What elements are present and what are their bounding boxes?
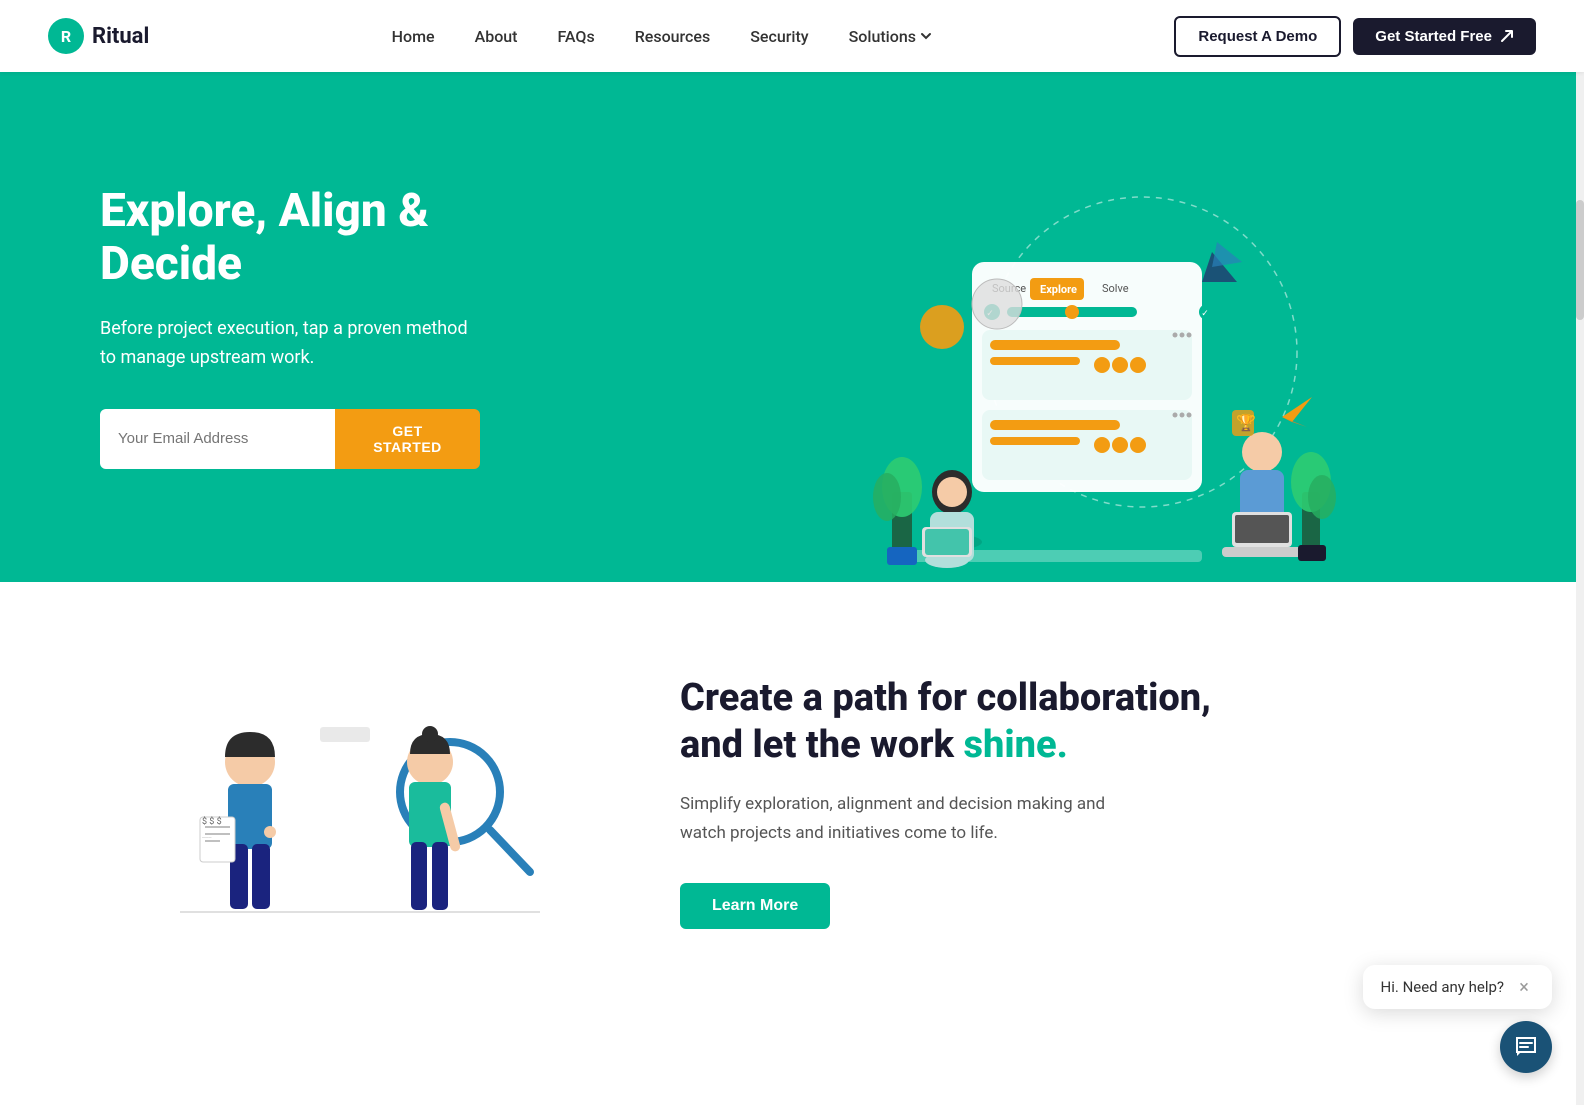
scrollbar-track [1576, 0, 1584, 1105]
hero-subtitle: Before project execution, tap a proven m… [100, 315, 480, 373]
external-link-icon [1500, 29, 1514, 43]
nav-item-home[interactable]: Home [392, 27, 435, 46]
chat-open-button[interactable] [1500, 1021, 1552, 1073]
nav-item-solutions[interactable]: Solutions [849, 27, 932, 46]
hero-section: Explore, Align & Decide Before project e… [0, 72, 1584, 582]
logo[interactable]: R Ritual [48, 18, 149, 54]
request-demo-button[interactable]: Request A Demo [1174, 16, 1341, 57]
svg-text:___: ___ [202, 831, 212, 839]
hero-cta-button[interactable]: GET STARTED [335, 409, 480, 469]
collaboration-title-shine: shine. [964, 723, 1068, 767]
svg-text:Explore: Explore [1040, 283, 1077, 296]
svg-text:Solve: Solve [1102, 282, 1129, 295]
hero-content: Explore, Align & Decide Before project e… [0, 72, 540, 582]
collaboration-title-part1: Create a path for collaboration,and let … [680, 676, 1211, 768]
nav-item-resources[interactable]: Resources [635, 27, 711, 46]
email-input[interactable] [100, 409, 335, 469]
nav-item-faqs[interactable]: FAQs [558, 27, 595, 46]
svg-text:$ $ $: $ $ $ [202, 816, 222, 827]
logo-icon: R [48, 18, 84, 54]
get-started-button[interactable]: Get Started Free [1353, 18, 1536, 55]
navbar: R Ritual Home About FAQs Resources Secur… [0, 0, 1584, 72]
nav-item-about[interactable]: About [475, 27, 518, 46]
nav-actions: Request A Demo Get Started Free [1174, 16, 1536, 57]
collaboration-svg: $ $ $ ___ [120, 662, 580, 942]
chat-icon [1513, 1034, 1539, 1060]
hero-illustration: Source Explore Solve ✓ ✓ [772, 152, 1352, 582]
hero-illustration-area: Source Explore Solve ✓ ✓ [540, 72, 1584, 582]
svg-text:R: R [61, 27, 71, 46]
chevron-down-icon [920, 30, 932, 42]
chat-widget: Hi. Need any help? × [1363, 965, 1552, 1073]
scrollbar-thumb[interactable] [1576, 200, 1584, 320]
svg-text:✓: ✓ [1201, 309, 1209, 319]
learn-more-button[interactable]: Learn More [680, 883, 830, 929]
chat-bubble-text: Hi. Need any help? [1381, 978, 1504, 996]
collaboration-section: $ $ $ ___ Create a path [0, 582, 1584, 1022]
chat-close-button[interactable]: × [1514, 977, 1534, 997]
hero-form: GET STARTED [100, 409, 480, 469]
collaboration-description: Simplify exploration, alignment and deci… [680, 790, 1140, 848]
logo-text: Ritual [92, 24, 149, 49]
collaboration-content: Create a path for collaboration,and let … [680, 675, 1484, 930]
hero-title: Explore, Align & Decide [100, 185, 480, 291]
collaboration-illustration: $ $ $ ___ [100, 662, 600, 942]
collaboration-title: Create a path for collaboration,and let … [680, 675, 1484, 770]
svg-text:🏆: 🏆 [1236, 413, 1256, 432]
nav-item-security[interactable]: Security [750, 27, 808, 46]
nav-links: Home About FAQs Resources Security Solut… [392, 27, 932, 46]
chat-bubble: Hi. Need any help? × [1363, 965, 1552, 1009]
